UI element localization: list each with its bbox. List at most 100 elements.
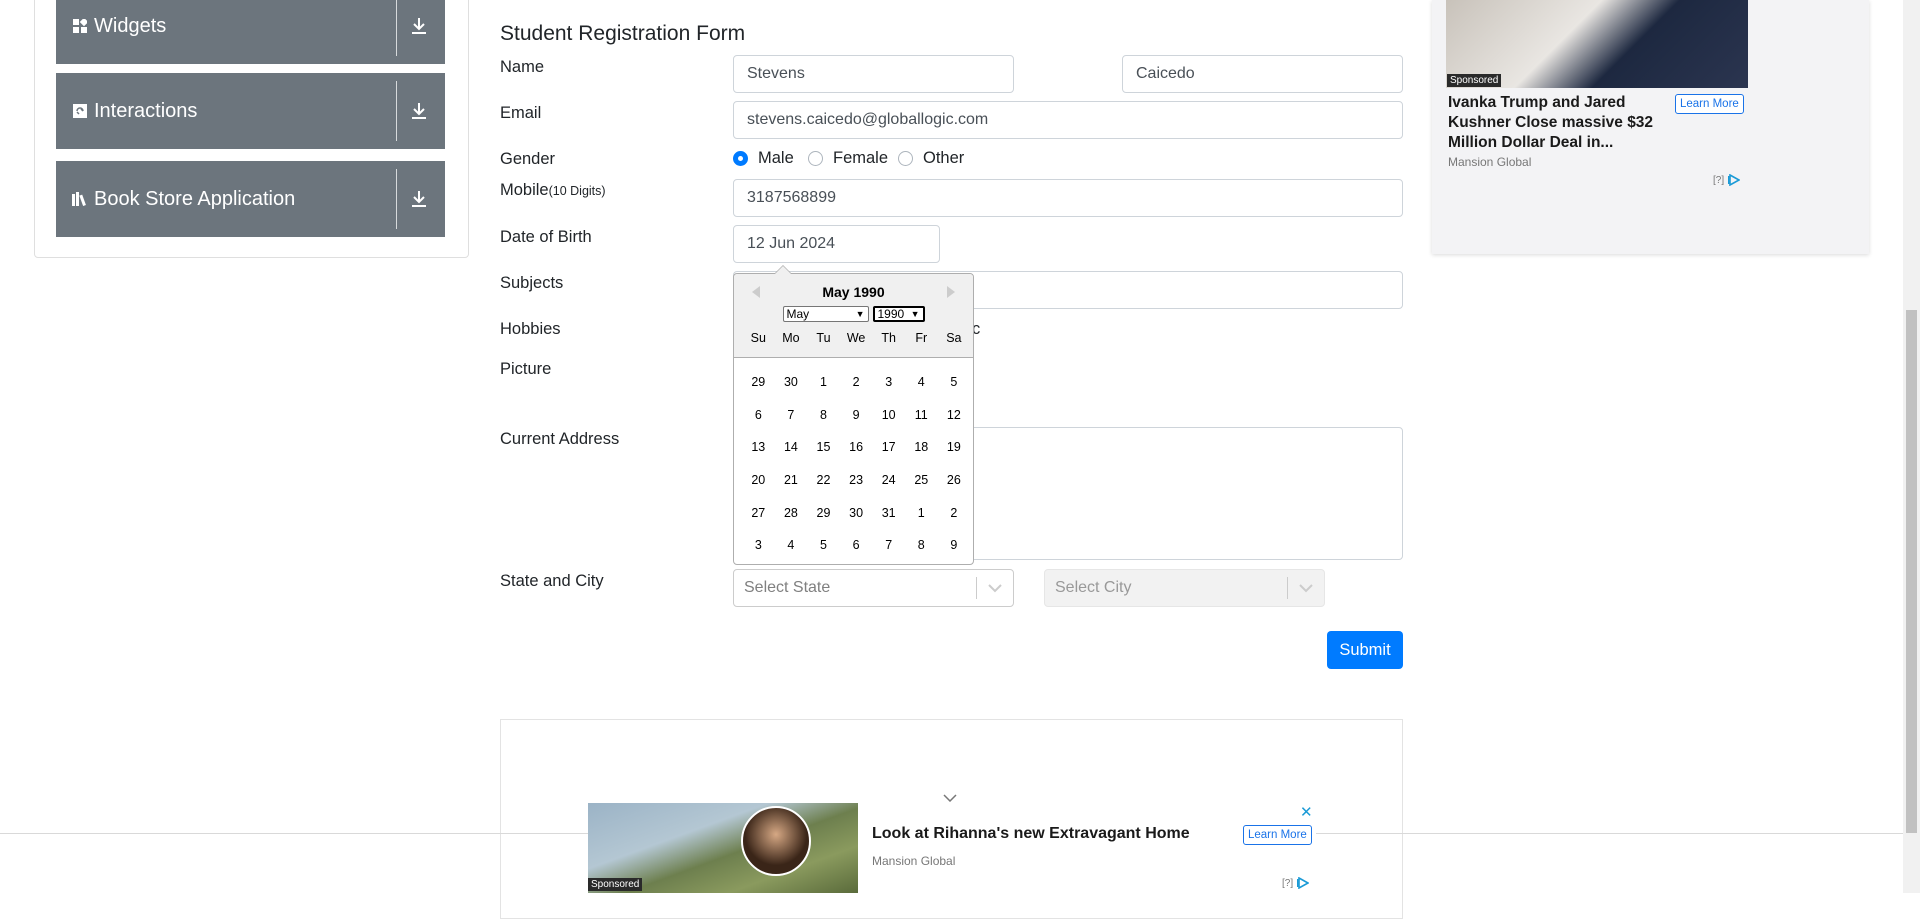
dob-input[interactable]: 12 Jun 2024	[733, 225, 940, 263]
month-select[interactable]: May ▼	[782, 306, 869, 322]
dob-label: Date of Birth	[500, 228, 592, 246]
name-label: Name	[500, 58, 545, 76]
gender-radio-female[interactable]: Female	[808, 149, 888, 168]
gender-radio-male[interactable]: Male	[733, 149, 794, 168]
close-icon[interactable]: ✕	[1300, 803, 1313, 821]
datepicker-day[interactable]: 16	[840, 440, 873, 454]
hobbies-label: Hobbies	[500, 320, 561, 338]
first-name-input[interactable]: Stevens	[733, 55, 1014, 93]
download-icon[interactable]	[411, 17, 427, 35]
datepicker-day[interactable]: 25	[905, 473, 938, 487]
datepicker-day[interactable]: 3	[742, 538, 775, 552]
datepicker-day[interactable]: 17	[872, 440, 905, 454]
year-select[interactable]: 1990 ▼	[872, 306, 925, 322]
datepicker-day[interactable]: 8	[807, 408, 840, 422]
datepicker-day[interactable]: 11	[905, 408, 938, 422]
datepicker-day[interactable]: 9	[938, 538, 971, 552]
datepicker-day[interactable]: 19	[938, 440, 971, 454]
ad-source: Mansion Global	[1448, 155, 1532, 169]
submit-button[interactable]: Submit	[1327, 631, 1403, 669]
radio-label: Other	[923, 149, 965, 167]
radio-unchecked-icon[interactable]	[898, 151, 913, 166]
day-name: We	[846, 331, 866, 345]
bottom-ad[interactable]: Sponsored Look at Rihanna's new Extravag…	[588, 803, 1316, 893]
datepicker-day[interactable]: 7	[872, 538, 905, 552]
sidebar-group-label: Interactions	[94, 99, 198, 122]
chevron-down-icon[interactable]	[977, 583, 1013, 593]
adchoices-icon	[1728, 174, 1741, 186]
datepicker-week-row: 3456789	[742, 529, 970, 562]
state-select[interactable]: Select State	[733, 569, 1014, 607]
mobile-input[interactable]: 3187568899	[733, 179, 1403, 217]
ad-headline[interactable]: Look at Rihanna's new Extravagant Home	[872, 825, 1190, 843]
download-icon[interactable]	[411, 102, 427, 120]
book-icon	[72, 191, 88, 207]
datepicker-day[interactable]: 9	[840, 408, 873, 422]
widgets-grid-icon	[72, 18, 88, 34]
datepicker-month-grid: 29 30 1 2 3 4 5 6 7 8 9 10 11 12 13 14 15 16 17 18 19 20 21 22 2…	[742, 366, 970, 562]
sponsored-tag: Sponsored	[588, 878, 643, 891]
ad-headline[interactable]: Ivanka Trump and Jared Kushner Close mas…	[1448, 93, 1658, 153]
scrollbar-thumb[interactable]	[1906, 310, 1917, 833]
datepicker-day[interactable]: 1	[807, 375, 840, 389]
datepicker-day[interactable]: 18	[905, 440, 938, 454]
email-input[interactable]: stevens.caicedo@globallogic.com	[733, 101, 1403, 139]
datepicker-day[interactable]: 23	[840, 473, 873, 487]
datepicker-day[interactable]: 29	[742, 375, 775, 389]
learn-more-button[interactable]: Learn More	[1675, 94, 1744, 114]
download-icon[interactable]	[411, 190, 427, 208]
datepicker-day[interactable]: 22	[807, 473, 840, 487]
divider	[396, 169, 397, 229]
ad-choices-label: [?]	[1282, 877, 1294, 889]
datepicker-day[interactable]: 1	[905, 506, 938, 520]
datepicker-day[interactable]: 20	[742, 473, 775, 487]
datepicker-day[interactable]: 21	[775, 473, 808, 487]
city-placeholder: Select City	[1055, 579, 1132, 596]
datepicker-day[interactable]: 5	[807, 538, 840, 552]
datepicker-day[interactable]: 10	[872, 408, 905, 422]
datepicker-day[interactable]: 29	[807, 506, 840, 520]
sidebar-group-interactions[interactable]: Interactions	[56, 73, 445, 149]
day-name: Sa	[946, 331, 962, 345]
adchoices-icon	[1297, 877, 1310, 889]
datepicker-day[interactable]: 26	[938, 473, 971, 487]
datepicker-day[interactable]: 8	[905, 538, 938, 552]
datepicker-day[interactable]: 13	[742, 440, 775, 454]
datepicker-day[interactable]: 4	[775, 538, 808, 552]
datepicker-day[interactable]: 6	[840, 538, 873, 552]
gender-radio-other[interactable]: Other	[898, 149, 964, 168]
day-name: Su	[750, 331, 766, 345]
ad-choices[interactable]: [?]	[1713, 174, 1741, 186]
datepicker-day[interactable]: 2	[840, 375, 873, 389]
datepicker-day[interactable]: 3	[872, 375, 905, 389]
radio-unchecked-icon[interactable]	[808, 151, 823, 166]
datepicker-day[interactable]: 30	[775, 375, 808, 389]
last-name-input[interactable]: Caicedo	[1122, 55, 1403, 93]
city-select[interactable]: Select City	[1044, 569, 1325, 607]
chevron-down-icon[interactable]	[1288, 583, 1324, 593]
datepicker-day[interactable]: 28	[775, 506, 808, 520]
datepicker-day[interactable]: 2	[938, 506, 971, 520]
datepicker-day[interactable]: 14	[775, 440, 808, 454]
datepicker-current-month: May 1990	[822, 284, 885, 300]
datepicker-day[interactable]: 5	[938, 375, 971, 389]
ad-avatar	[741, 806, 811, 876]
datepicker-day[interactable]: 27	[742, 506, 775, 520]
ad-choices-label: [?]	[1713, 174, 1725, 186]
datepicker-day[interactable]: 24	[872, 473, 905, 487]
learn-more-button[interactable]: Learn More	[1243, 825, 1312, 845]
sidebar-group-book-store[interactable]: Book Store Application	[56, 161, 445, 237]
next-month-icon[interactable]	[947, 286, 955, 298]
datepicker-selects: May ▼ 1990 ▼	[734, 306, 973, 322]
datepicker-day[interactable]: 30	[840, 506, 873, 520]
mobile-label-text: Mobile	[500, 181, 549, 199]
sidebar-group-widgets[interactable]: Widgets	[56, 0, 445, 64]
datepicker-day[interactable]: 4	[905, 375, 938, 389]
ad-choices[interactable]: [?]	[1282, 877, 1310, 889]
datepicker-day[interactable]: 7	[775, 408, 808, 422]
datepicker-day[interactable]: 15	[807, 440, 840, 454]
datepicker-day[interactable]: 6	[742, 408, 775, 422]
radio-checked-icon[interactable]	[733, 151, 748, 166]
datepicker-day[interactable]: 31	[872, 506, 905, 520]
datepicker-day[interactable]: 12	[938, 408, 971, 422]
